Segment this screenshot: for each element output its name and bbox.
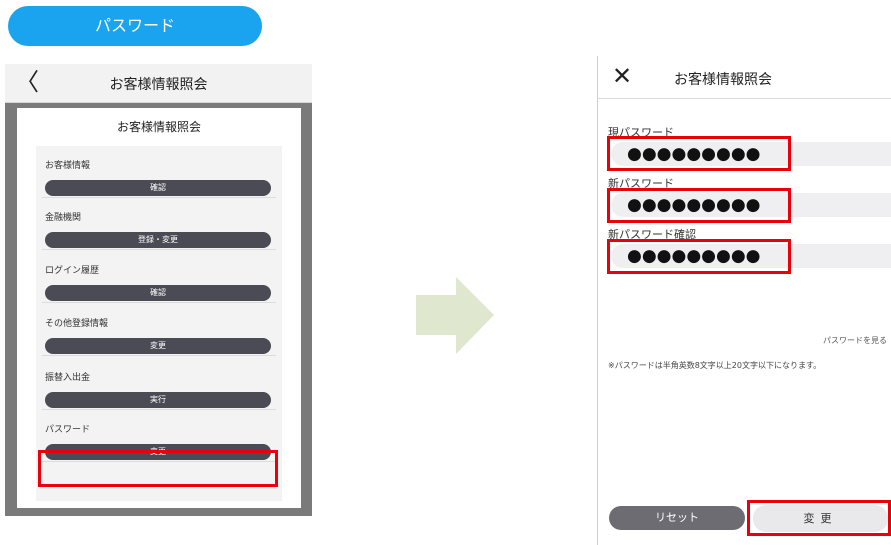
divider — [42, 249, 276, 250]
info-panel: お客様情報照会 お客様情報 確認 金融機関 登録・変更 ログイン履歴 確認 その… — [17, 108, 301, 508]
password-rule-note: ※パスワードは半角英数8文字以上20文字以下になります。 — [608, 361, 822, 370]
arrow-right-icon — [416, 277, 494, 354]
divider — [42, 355, 276, 356]
confirm-button[interactable]: 確認 — [45, 180, 271, 196]
list-item-login-history: ログイン履歴 確認 — [36, 251, 282, 303]
password-change-screen: ✕ お客様情報照会 現パスワード ●●●●●●●●● 新パスワード ●●●●●●… — [597, 56, 891, 545]
panel-heading: お客様情報照会 — [116, 120, 201, 134]
list-item-transfer: 振替入出金 実行 — [36, 358, 282, 410]
highlight-box — [38, 450, 278, 487]
section-label: その他登録情報 — [45, 319, 109, 329]
section-label: ログイン履歴 — [45, 266, 100, 276]
execute-button[interactable]: 実行 — [45, 392, 271, 408]
confirm-button[interactable]: 確認 — [45, 285, 271, 301]
menu-list: お客様情報 確認 金融機関 登録・変更 ログイン履歴 確認 その他登録情報 変更… — [36, 146, 282, 501]
show-password-toggle[interactable]: パスワードを見る — [823, 335, 887, 346]
change-button[interactable]: 変更 — [45, 338, 271, 354]
section-label: パスワード — [45, 425, 91, 435]
list-item-bank: 金融機関 登録・変更 — [36, 198, 282, 250]
list-item-customer-info: お客様情報 確認 — [36, 146, 282, 198]
section-label: 金融機関 — [45, 213, 82, 223]
section-label: お客様情報 — [45, 161, 91, 171]
highlight-box — [747, 500, 891, 536]
title-bar: ✕ お客様情報照会 — [598, 56, 891, 98]
page-title: お客様情報照会 — [109, 77, 208, 93]
customer-info-screen: 〈 お客様情報照会 お客様情報照会 お客様情報 確認 金融機関 登録・変更 ログ… — [5, 64, 312, 516]
close-icon[interactable]: ✕ — [612, 62, 632, 90]
page-title: お客様情報照会 — [674, 72, 772, 88]
highlight-box — [607, 188, 791, 223]
highlight-box — [607, 239, 791, 274]
reset-button[interactable]: リセット — [609, 506, 745, 530]
divider — [598, 98, 891, 99]
section-label: 振替入出金 — [45, 373, 91, 383]
divider — [42, 302, 276, 303]
register-change-button[interactable]: 登録・変更 — [45, 232, 271, 248]
highlight-box — [607, 136, 791, 171]
list-item-other-info: その他登録情報 変更 — [36, 304, 282, 356]
section-title-pill: パスワード — [8, 6, 262, 46]
title-bar: 〈 お客様情報照会 — [5, 64, 312, 103]
